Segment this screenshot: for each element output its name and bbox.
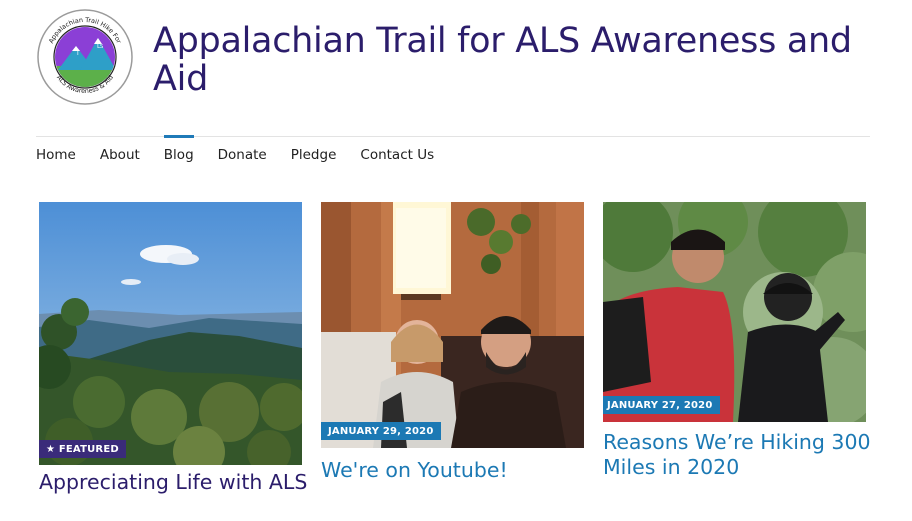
post-image-mountain-vista[interactable]: ★ FEATURED — [39, 202, 302, 465]
post-card-2: JANUARY 29, 2020 We're on Youtube! — [321, 202, 584, 482]
logo-letter-t: T — [75, 50, 80, 57]
post-image-couple-indoors[interactable]: JANUARY 29, 2020 — [321, 202, 584, 448]
featured-badge: ★ FEATURED — [39, 440, 126, 458]
nav-contact-us[interactable]: Contact Us — [360, 136, 434, 166]
main-nav: Home About Blog Donate Pledge Contact Us — [36, 135, 458, 166]
nav-pledge[interactable]: Pledge — [291, 136, 337, 166]
post-card-3: JANUARY 27, 2020 Reasons We’re Hiking 30… — [603, 202, 871, 479]
nav-home[interactable]: Home — [36, 136, 76, 166]
post-card-1: ★ FEATURED Appreciating Life with ALS — [39, 202, 307, 494]
post-title-3[interactable]: Reasons We’re Hiking 300 Miles in 2020 — [603, 430, 873, 480]
site-logo[interactable]: Appalachian Trail Hike For ALS Awareness… — [36, 8, 134, 106]
post-title-2[interactable]: We're on Youtube! — [321, 458, 591, 483]
nav-blog[interactable]: Blog — [163, 135, 194, 166]
nav-donate[interactable]: Donate — [218, 136, 267, 166]
date-badge: JANUARY 29, 2020 — [321, 422, 441, 440]
date-badge: JANUARY 27, 2020 — [603, 396, 720, 414]
logo-letter-s: S — [100, 44, 103, 50]
post-title-1[interactable]: Appreciating Life with ALS — [39, 470, 309, 495]
nav-about[interactable]: About — [100, 136, 140, 166]
site-title[interactable]: Appalachian Trail for ALS Awareness and … — [153, 22, 873, 98]
post-image-hikers-forest[interactable]: JANUARY 27, 2020 — [603, 202, 866, 422]
